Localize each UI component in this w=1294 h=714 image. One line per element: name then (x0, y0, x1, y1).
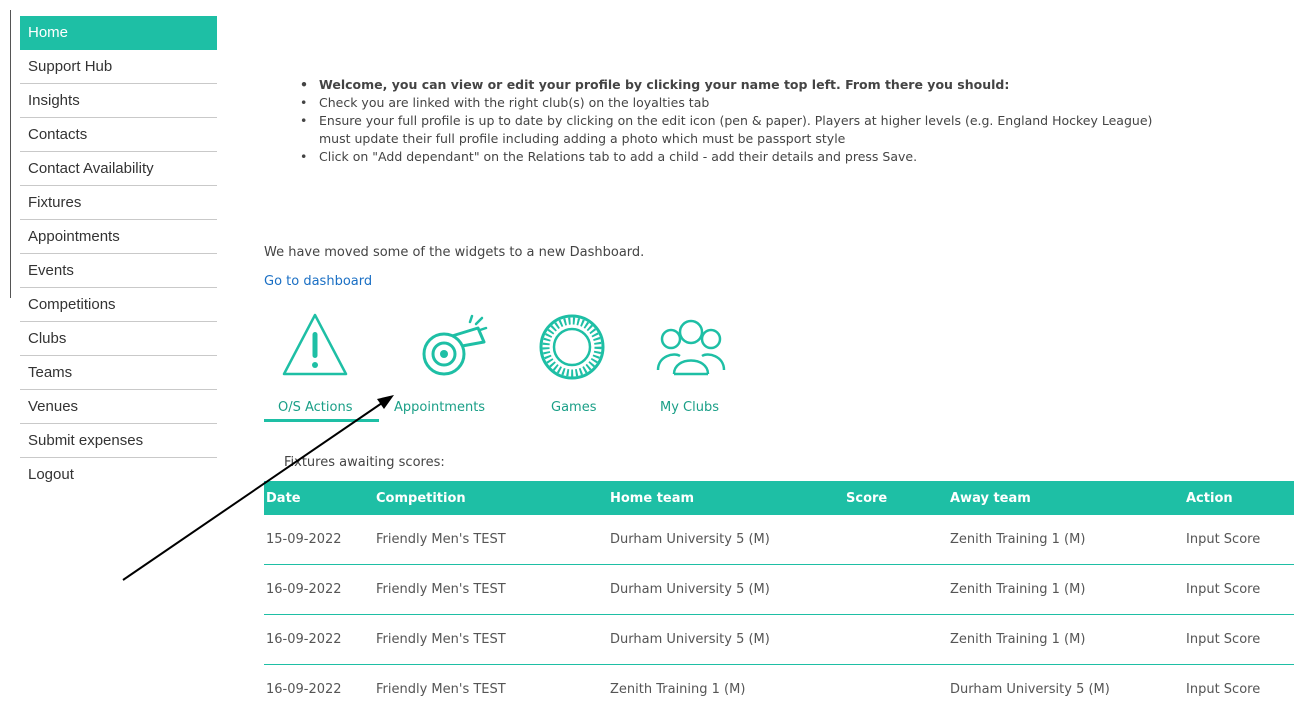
table-row: 16-09-2022 Friendly Men's TEST Durham Un… (264, 615, 1294, 665)
sidebar-item-contact-availability[interactable]: Contact Availability (20, 152, 217, 186)
fixture-away-team: Durham University 5 (M) (950, 665, 1186, 714)
os-actions-label: O/S Actions (278, 400, 352, 415)
sidebar-item-appointments[interactable]: Appointments (20, 220, 217, 254)
sidebar-item-logout[interactable]: Logout (20, 458, 217, 492)
fixture-date: 16-09-2022 (264, 665, 376, 714)
table-header-row: Date Competition Home team Score Away te… (264, 481, 1294, 515)
sidebar-item-fixtures[interactable]: Fixtures (20, 186, 217, 220)
fixture-score (846, 515, 950, 565)
main-content: Welcome, you can view or edit your profi… (264, 0, 1294, 710)
sidebar-item-clubs[interactable]: Clubs (20, 322, 217, 356)
profile-bullet-line-1: Ensure your full profile is up to date b… (319, 113, 1152, 128)
input-score-link[interactable]: Input Score (1186, 565, 1294, 615)
fixture-date: 16-09-2022 (264, 615, 376, 665)
my-clubs-label: My Clubs (660, 400, 719, 415)
people-group-icon (654, 312, 728, 382)
welcome-instructions: Welcome, you can view or edit your profi… (300, 76, 1152, 166)
warning-triangle-icon (280, 310, 350, 380)
ball-icon (537, 312, 607, 382)
widget-bar: O/S Actions Appointments Games (264, 310, 784, 422)
fixtures-awaiting-title: Fixtures awaiting scores: (284, 455, 445, 470)
profile-bullet: Ensure your full profile is up to date b… (300, 112, 1152, 148)
col-date: Date (264, 481, 376, 515)
table-row: 16-09-2022 Friendly Men's TEST Durham Un… (264, 565, 1294, 615)
fixture-away-team: Zenith Training 1 (M) (950, 515, 1186, 565)
input-score-link[interactable]: Input Score (1186, 515, 1294, 565)
fixture-away-team: Zenith Training 1 (M) (950, 565, 1186, 615)
loyalties-bullet: Check you are linked with the right club… (300, 94, 1152, 112)
fixture-date: 16-09-2022 (264, 565, 376, 615)
fixture-away-team: Zenith Training 1 (M) (950, 615, 1186, 665)
sidebar-item-home[interactable]: Home (20, 16, 217, 50)
col-score: Score (846, 481, 950, 515)
sidebar-item-venues[interactable]: Venues (20, 390, 217, 424)
fixture-competition: Friendly Men's TEST (376, 515, 610, 565)
input-score-link[interactable]: Input Score (1186, 615, 1294, 665)
input-score-link[interactable]: Input Score (1186, 665, 1294, 714)
games-label: Games (551, 400, 596, 415)
appointments-label: Appointments (394, 400, 485, 415)
sidebar-item-submit-expenses[interactable]: Submit expenses (20, 424, 217, 458)
sidebar-nav: Home Support Hub Insights Contacts Conta… (20, 16, 217, 492)
col-action: Action (1186, 481, 1294, 515)
table-row: 15-09-2022 Friendly Men's TEST Durham Un… (264, 515, 1294, 565)
profile-bullet-line-2: must update their full profile including… (319, 130, 1152, 148)
fixture-home-team: Durham University 5 (M) (610, 515, 846, 565)
fixture-date: 15-09-2022 (264, 515, 376, 565)
fixture-home-team: Zenith Training 1 (M) (610, 665, 846, 714)
sidebar-item-teams[interactable]: Teams (20, 356, 217, 390)
col-competition: Competition (376, 481, 610, 515)
table-row: 16-09-2022 Friendly Men's TEST Zenith Tr… (264, 665, 1294, 714)
welcome-bullet: Welcome, you can view or edit your profi… (300, 76, 1152, 94)
active-widget-underline (264, 419, 379, 422)
fixture-competition: Friendly Men's TEST (376, 615, 610, 665)
fixture-competition: Friendly Men's TEST (376, 665, 610, 714)
fixture-competition: Friendly Men's TEST (376, 565, 610, 615)
dependant-bullet: Click on "Add dependant" on the Relation… (300, 148, 1152, 166)
fixtures-table: Date Competition Home team Score Away te… (264, 481, 1294, 714)
col-away-team: Away team (950, 481, 1186, 515)
fixture-home-team: Durham University 5 (M) (610, 615, 846, 665)
col-home-team: Home team (610, 481, 846, 515)
fixture-score (846, 665, 950, 714)
dashboard-moved-text: We have moved some of the widgets to a n… (264, 245, 644, 260)
fixture-score (846, 565, 950, 615)
fixture-home-team: Durham University 5 (M) (610, 565, 846, 615)
sidebar-item-support-hub[interactable]: Support Hub (20, 50, 217, 84)
sidebar-item-events[interactable]: Events (20, 254, 217, 288)
whistle-icon (412, 310, 492, 382)
sidebar-item-insights[interactable]: Insights (20, 84, 217, 118)
sidebar-item-competitions[interactable]: Competitions (20, 288, 217, 322)
left-edge-line (10, 10, 11, 298)
go-to-dashboard-link[interactable]: Go to dashboard (264, 274, 372, 289)
fixture-score (846, 615, 950, 665)
sidebar-item-contacts[interactable]: Contacts (20, 118, 217, 152)
